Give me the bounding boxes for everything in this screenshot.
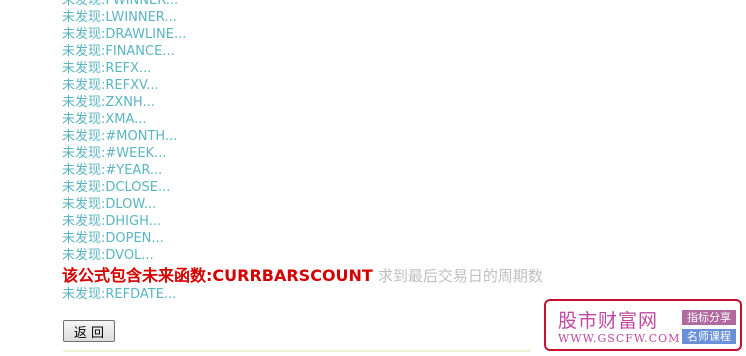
warning-description: 求到最后交易日的周期数: [377, 267, 543, 285]
site-watermark: 股市财富网 WWW.GSCFW.COM 指标分享 名师课程: [544, 299, 742, 351]
result-line: 未发现:#WEEK...: [62, 146, 167, 161]
result-line: 未发现:DLOW...: [62, 197, 157, 212]
result-line: 未发现:FWINNER...: [62, 0, 179, 8]
watermark-url: WWW.GSCFW.COM: [558, 332, 681, 345]
result-line: 未发现:DCLOSE...: [62, 180, 171, 195]
result-line: 未发现:DHIGH...: [62, 214, 162, 229]
result-line: 未发现:REFDATE...: [62, 287, 177, 302]
check-results: 未发现:FWINNER... 未发现:LWINNER... 未发现:DRAWLINE…: [62, 0, 543, 303]
divider: [63, 350, 531, 352]
back-button[interactable]: 返 回: [63, 320, 115, 342]
result-line: 未发现:FINANCE...: [62, 44, 175, 59]
result-line: 未发现:DRAWLINE...: [62, 27, 187, 42]
result-line: 未发现:XMA...: [62, 112, 147, 127]
result-list: 未发现:FWINNER... 未发现:LWINNER... 未发现:DRAWLINE…: [62, 0, 542, 264]
result-line: 未发现:REFXV...: [62, 78, 159, 93]
watermark-name: 股市财富网: [558, 310, 659, 332]
result-line: 未发现:REFX...: [62, 61, 152, 76]
warning-text: 该公式包含未来函数:CURRBARSCOUNT: [62, 266, 373, 285]
result-line: 未发现:#YEAR...: [62, 163, 163, 178]
future-function-warning: 该公式包含未来函数:CURRBARSCOUNT 求到最后交易日的周期数: [62, 265, 543, 286]
result-line: 未发现:ZXNH...: [62, 95, 155, 110]
result-line: 未发现:#MONTH...: [62, 129, 178, 144]
result-list-after: 未发现:REFDATE...: [62, 286, 542, 303]
watermark-tag-courses: 名师课程: [682, 329, 736, 344]
watermark-tag-indicators: 指标分享: [682, 310, 736, 325]
result-line: 未发现:DOPEN...: [62, 231, 164, 246]
result-line: 未发现:DVOL...: [62, 248, 154, 263]
result-line: 未发现:LWINNER...: [62, 10, 177, 25]
